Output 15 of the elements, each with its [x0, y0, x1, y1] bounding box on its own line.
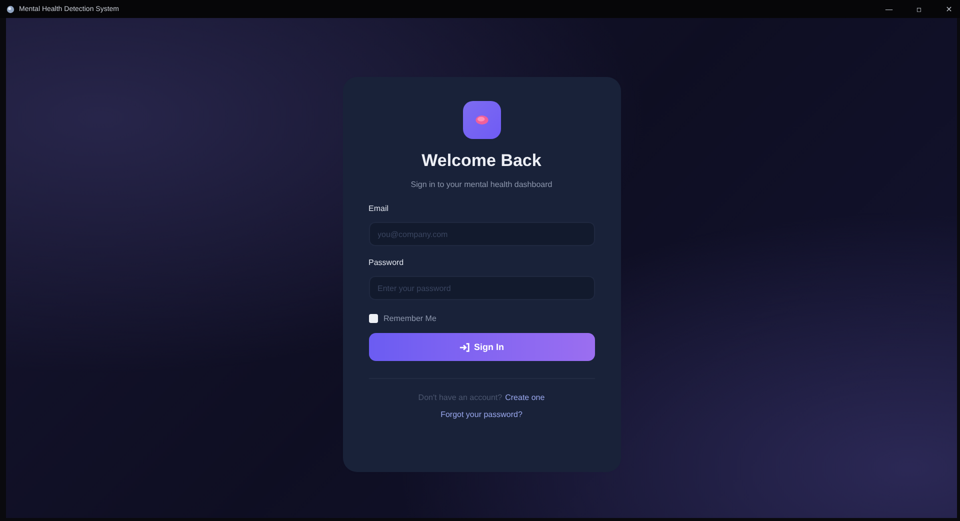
sign-in-icon: [459, 342, 470, 352]
subtitle: Sign in to your mental health dashboard: [410, 180, 552, 189]
brain-icon: [462, 101, 500, 139]
app-icon: [6, 4, 15, 14]
sign-in-button[interactable]: Sign In: [368, 333, 594, 361]
maximize-button[interactable]: ▫: [908, 0, 930, 18]
forgot-password-link[interactable]: Forgot your password?: [440, 410, 522, 419]
email-label: Email: [368, 204, 389, 213]
remember-label: Remember Me: [384, 314, 436, 323]
remember-checkbox[interactable]: [368, 314, 378, 323]
close-button[interactable]: ✕: [938, 0, 960, 18]
password-label: Password: [368, 258, 404, 267]
create-account-link[interactable]: Create one: [505, 393, 545, 402]
minimize-button[interactable]: —: [878, 0, 900, 18]
heading: Welcome Back: [422, 151, 542, 171]
